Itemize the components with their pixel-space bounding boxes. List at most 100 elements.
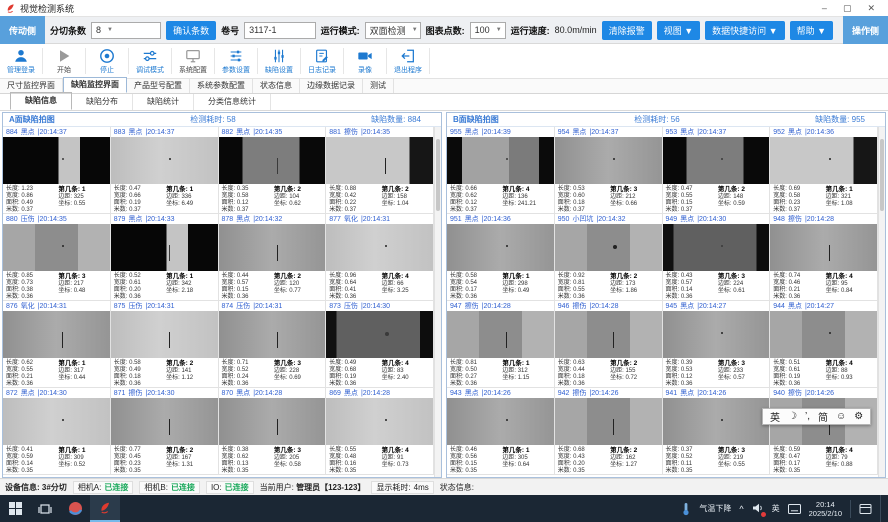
keyboard-icon[interactable] <box>788 504 801 514</box>
defect-image[interactable] <box>326 137 433 184</box>
defect-image[interactable] <box>555 137 662 184</box>
maximize-button[interactable]: ▢ <box>843 3 852 14</box>
ime-language-indicator[interactable]: 英 <box>772 503 780 514</box>
sub-tab-1[interactable]: 缺陷分布 <box>72 94 133 110</box>
defect-cell[interactable]: 952 黑点 |20:14:36 长度: 0.69宽度: 0.58面积: 0.2… <box>770 127 878 214</box>
main-tab-3[interactable]: 系统参数配置 <box>190 79 253 93</box>
defect-image[interactable] <box>111 398 218 445</box>
notification-icon[interactable] <box>859 503 872 515</box>
minimize-button[interactable]: – <box>822 3 827 14</box>
action-login[interactable]: 管理登录 <box>0 44 42 79</box>
defect-image[interactable] <box>447 311 554 358</box>
slit-count-select[interactable]: 8▼ <box>91 22 161 39</box>
action-system-config[interactable]: 系统配置 <box>172 44 214 79</box>
ime-half-full-icon[interactable]: ☽ <box>788 411 797 422</box>
defect-cell[interactable]: 954 黑点 |20:14:37 长度: 0.53宽度: 0.60面积: 0.1… <box>555 127 663 214</box>
defect-cell[interactable]: 950 小凹坑 |20:14:32 长度: 0.92宽度: 0.81面积: 0.… <box>555 214 663 301</box>
taskbar-app-vision-system[interactable] <box>90 495 120 522</box>
defect-cell[interactable]: 942 擦伤 |20:14:26 长度: 0.68宽度: 0.43面积: 0.2… <box>555 388 663 475</box>
defect-image[interactable] <box>3 398 110 445</box>
run-mode-select[interactable]: 双面检测▼ <box>365 22 421 39</box>
defect-image[interactable] <box>555 311 662 358</box>
defect-cell[interactable]: 947 擦伤 |20:14:28 长度: 0.81宽度: 0.50面积: 0.2… <box>447 301 555 388</box>
ime-emoji-icon[interactable]: ☺ <box>836 411 846 422</box>
action-record[interactable]: 录像 <box>344 44 386 79</box>
defect-image[interactable] <box>555 398 662 445</box>
main-tab-2[interactable]: 产品型号配置 <box>127 79 190 93</box>
chart-points-select[interactable]: 100▼ <box>470 22 506 39</box>
action-debug-mode[interactable]: 调试模式 <box>129 44 171 79</box>
defect-cell[interactable]: 941 黑点 |20:14:26 长度: 0.37宽度: 0.52面积: 0.1… <box>663 388 771 475</box>
defect-image[interactable] <box>326 398 433 445</box>
defect-cell[interactable]: 880 压伤 |20:14:35 长度: 0.85宽度: 0.73面积: 0.3… <box>3 214 111 301</box>
defect-image[interactable] <box>447 137 554 184</box>
help-menu-button[interactable]: 帮助 ▼ <box>790 21 833 40</box>
defect-cell[interactable]: 953 黑点 |20:14:37 长度: 0.47宽度: 0.55面积: 0.1… <box>663 127 771 214</box>
quick-access-menu-button[interactable]: 数据快捷访问 ▼ <box>705 21 784 40</box>
defect-cell[interactable]: 876 氧化 |20:14:31 长度: 0.62宽度: 0.55面积: 0.2… <box>3 301 111 388</box>
sub-tab-0[interactable]: 缺陷信息 <box>10 92 72 110</box>
defect-image[interactable] <box>3 224 110 271</box>
main-tab-6[interactable]: 测试 <box>363 79 394 93</box>
defect-image[interactable] <box>219 398 326 445</box>
tray-chevron-up-icon[interactable]: ^ <box>739 504 743 514</box>
main-tab-5[interactable]: 边缘数据记录 <box>300 79 363 93</box>
close-button[interactable]: ✕ <box>867 3 875 14</box>
defect-cell[interactable]: 875 压伤 |20:14:31 长度: 0.58宽度: 0.49面积: 0.1… <box>111 301 219 388</box>
defect-cell[interactable]: 940 擦伤 |20:14:26 长度: 0.59宽度: 0.47面积: 0.1… <box>770 388 878 475</box>
show-desktop-button[interactable] <box>880 495 884 522</box>
scrollbar-a[interactable] <box>434 127 441 477</box>
taskbar-clock[interactable]: 20:14 2025/2/10 <box>809 500 842 518</box>
sub-tab-2[interactable]: 缺陷统计 <box>133 94 194 110</box>
ime-lang-toggle[interactable]: 英 <box>770 409 780 424</box>
defect-image[interactable] <box>447 398 554 445</box>
defect-image[interactable] <box>219 137 326 184</box>
defect-cell[interactable]: 949 黑点 |20:14:30 长度: 0.43宽度: 0.57面积: 0.1… <box>663 214 771 301</box>
main-tab-0[interactable]: 尺寸监控界面 <box>0 79 63 93</box>
defect-cell[interactable]: 948 擦伤 |20:14:28 长度: 0.74宽度: 0.46面积: 0.2… <box>770 214 878 301</box>
defect-image[interactable] <box>770 137 877 184</box>
weather-text[interactable]: 气温下降 <box>699 503 731 514</box>
defect-image[interactable] <box>663 224 770 271</box>
defect-cell[interactable]: 872 黑点 |20:14:30 长度: 0.41宽度: 0.59面积: 0.1… <box>3 388 111 475</box>
defect-cell[interactable]: 951 黑点 |20:14:36 长度: 0.58宽度: 0.54面积: 0.1… <box>447 214 555 301</box>
view-menu-button[interactable]: 视图 ▼ <box>657 21 700 40</box>
defect-image[interactable] <box>3 311 110 358</box>
defect-cell[interactable]: 879 黑点 |20:14:33 长度: 0.52宽度: 0.61面积: 0.2… <box>111 214 219 301</box>
scrollbar-b[interactable] <box>878 127 885 477</box>
defect-cell[interactable]: 869 黑点 |20:14:28 长度: 0.55宽度: 0.48面积: 0.1… <box>326 388 434 475</box>
defect-image[interactable] <box>770 224 877 271</box>
defect-image[interactable] <box>326 224 433 271</box>
defect-cell[interactable]: 873 压伤 |20:14:30 长度: 0.49宽度: 0.68面积: 0.1… <box>326 301 434 388</box>
volume-icon[interactable] <box>752 502 764 516</box>
defect-cell[interactable]: 946 擦伤 |20:14:28 长度: 0.63宽度: 0.44面积: 0.1… <box>555 301 663 388</box>
ime-settings-icon[interactable]: ⚙ <box>854 411 863 422</box>
defect-cell[interactable]: 884 黑点 |20:14:37 长度: 1.23宽度: 0.86面积: 0.4… <box>3 127 111 214</box>
action-param-settings[interactable]: 参数设置 <box>215 44 257 79</box>
defect-image[interactable] <box>111 311 218 358</box>
start-button[interactable] <box>0 495 30 522</box>
defect-cell[interactable]: 871 擦伤 |20:14:30 长度: 0.77宽度: 0.45面积: 0.2… <box>111 388 219 475</box>
defect-image[interactable] <box>663 398 770 445</box>
ime-punctuation-icon[interactable]: ’, <box>805 411 810 422</box>
defect-cell[interactable]: 881 擦伤 |20:14:35 长度: 0.88宽度: 0.42面积: 0.2… <box>326 127 434 214</box>
action-log[interactable]: 日志记录 <box>301 44 343 79</box>
defect-image[interactable] <box>111 137 218 184</box>
defect-cell[interactable]: 878 黑点 |20:14:32 长度: 0.44宽度: 0.57面积: 0.1… <box>219 214 327 301</box>
defect-cell[interactable]: 870 黑点 |20:14:28 长度: 0.38宽度: 0.62面积: 0.1… <box>219 388 327 475</box>
defect-cell[interactable]: 945 黑点 |20:14:27 长度: 0.39宽度: 0.53面积: 0.1… <box>663 301 771 388</box>
defect-cell[interactable]: 943 黑点 |20:14:26 长度: 0.46宽度: 0.56面积: 0.1… <box>447 388 555 475</box>
action-exit[interactable]: 退出程序 <box>387 44 429 79</box>
action-defect-settings[interactable]: 缺陷设置 <box>258 44 300 79</box>
defect-cell[interactable]: 874 压伤 |20:14:31 长度: 0.71宽度: 0.52面积: 0.2… <box>219 301 327 388</box>
taskbar-app-browser[interactable] <box>60 495 90 522</box>
defect-image[interactable] <box>111 224 218 271</box>
roll-number-input[interactable]: 3117-1 <box>244 22 316 39</box>
defect-image[interactable] <box>663 137 770 184</box>
drive-side-button[interactable]: 传动侧 <box>0 16 45 44</box>
defect-cell[interactable]: 944 黑点 |20:14:27 长度: 0.51宽度: 0.61面积: 0.1… <box>770 301 878 388</box>
main-tab-1[interactable]: 缺陷监控界面 <box>63 77 127 93</box>
defect-cell[interactable]: 882 黑点 |20:14:35 长度: 0.35宽度: 0.58面积: 0.1… <box>219 127 327 214</box>
defect-cell[interactable]: 955 黑点 |20:14:39 长度: 0.66宽度: 0.62面积: 0.1… <box>447 127 555 214</box>
defect-image[interactable] <box>663 311 770 358</box>
